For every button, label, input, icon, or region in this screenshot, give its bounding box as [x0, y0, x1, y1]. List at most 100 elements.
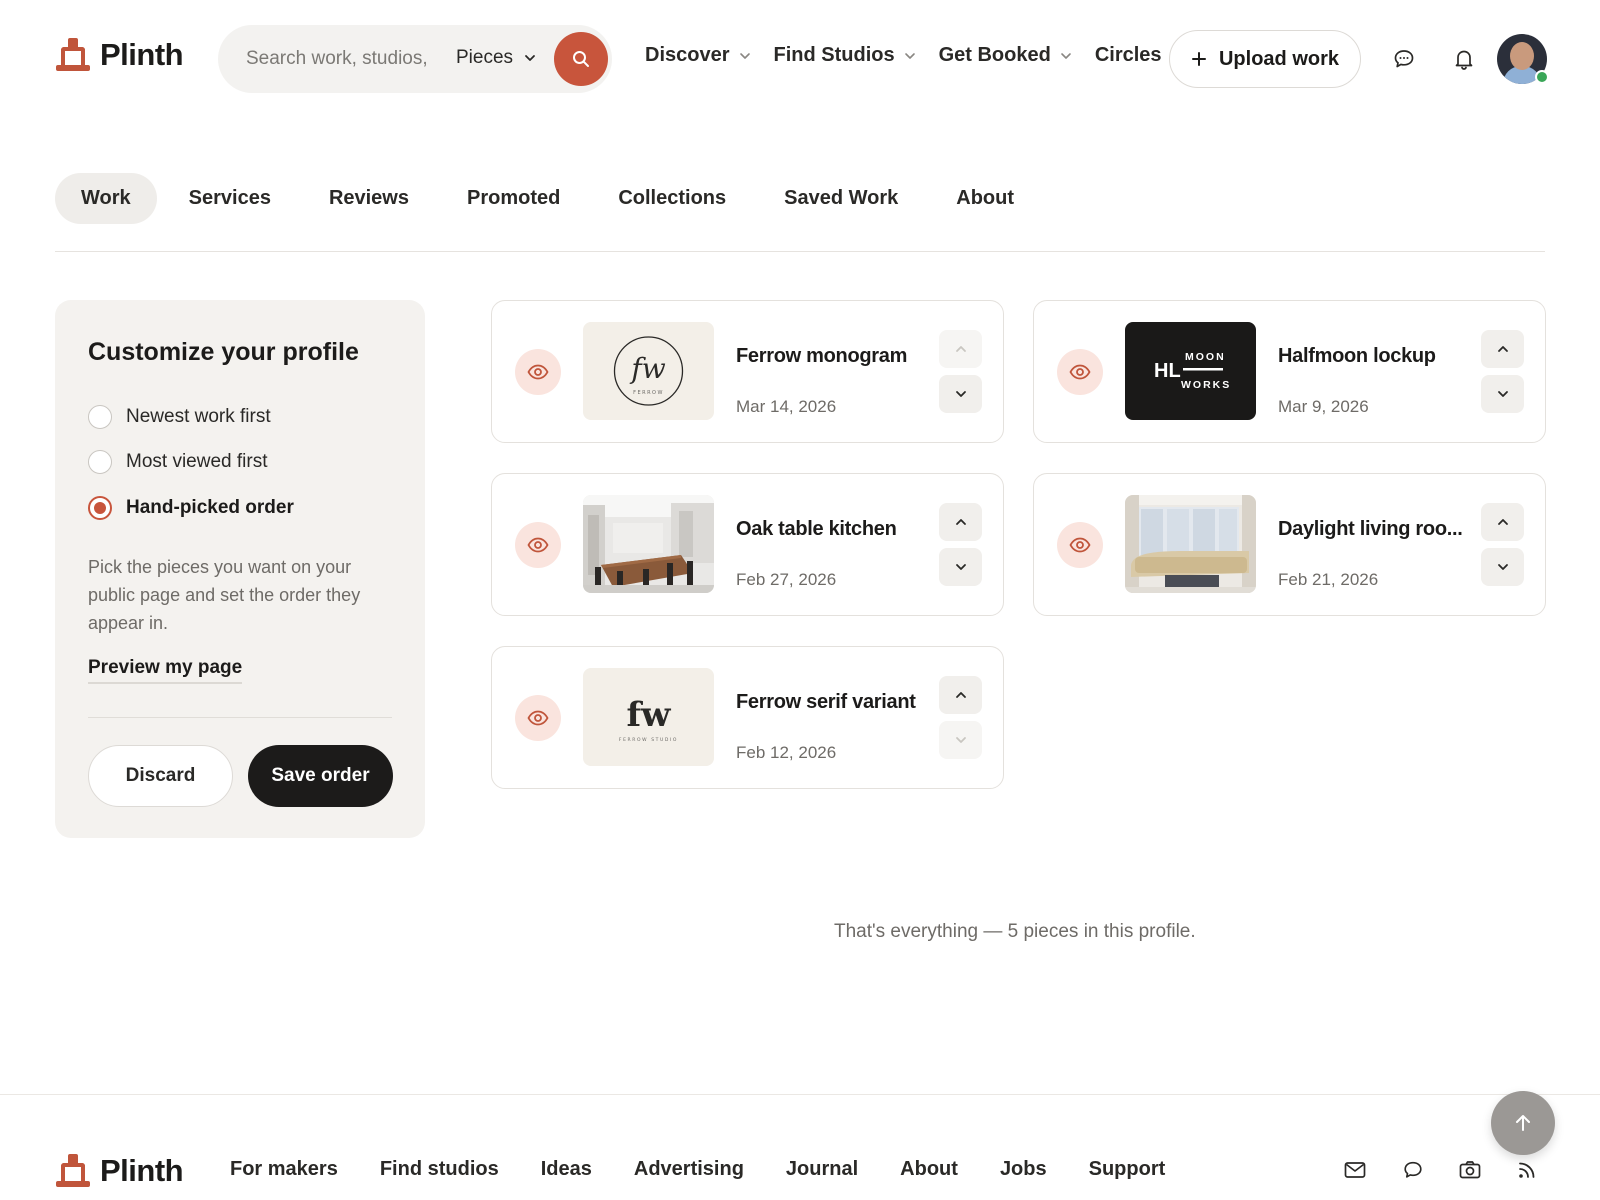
work-title[interactable]: Ferrow monogram [736, 345, 907, 368]
panel-title: Customize your profile [88, 338, 359, 366]
radio-button[interactable] [88, 450, 112, 474]
footer-mail-link[interactable] [1341, 1156, 1369, 1184]
work-title[interactable]: Halfmoon lockup [1278, 345, 1436, 368]
work-title[interactable]: Oak table kitchen [736, 518, 897, 541]
discard-button[interactable]: Discard [88, 745, 233, 807]
panel-help-text: Pick the pieces you want on your public … [88, 557, 361, 633]
move-down-button[interactable] [939, 548, 982, 586]
work-title[interactable]: Ferrow serif variant [736, 691, 916, 714]
footer-link-about[interactable]: About [900, 1158, 958, 1181]
back-to-top-button[interactable] [1491, 1091, 1555, 1155]
sort-option-hand-picked[interactable]: Hand-picked order [88, 496, 294, 520]
user-avatar[interactable] [1497, 34, 1549, 84]
tab-promoted[interactable]: Promoted [441, 173, 586, 224]
work-thumbnail[interactable]: fw FERROW STUDIO [583, 668, 714, 766]
logo-text: Plinth [100, 37, 184, 72]
chevron-up-icon [955, 692, 966, 698]
work-thumbnail[interactable] [583, 495, 714, 593]
tab-about[interactable]: About [930, 173, 1040, 224]
lockup-word-top: MOON [1185, 351, 1226, 363]
work-title[interactable]: Daylight living roo... [1278, 518, 1463, 541]
footer-link-advertising[interactable]: Advertising [634, 1158, 744, 1181]
work-date: Mar 9, 2026 [1278, 397, 1369, 416]
notifications-button[interactable] [1449, 44, 1479, 74]
work-card: Oak table kitchen Feb 27, 2026 [491, 473, 1004, 616]
move-up-button[interactable] [1481, 503, 1524, 541]
footer-link-find-studios[interactable]: Find studios [380, 1158, 499, 1181]
move-up-button[interactable] [939, 676, 982, 714]
nav-find-studios[interactable]: Find Studios [774, 44, 917, 67]
search-input[interactable] [246, 45, 438, 73]
move-down-button[interactable] [939, 721, 982, 759]
plinth-logo[interactable]: Plinth [56, 36, 184, 74]
nav-label: Find Studios [773, 44, 895, 66]
footer-link-jobs[interactable]: Jobs [1000, 1158, 1047, 1181]
camera-icon [1459, 1161, 1481, 1179]
search-scope-label: Pieces [456, 47, 514, 68]
work-card: Daylight living roo... Feb 21, 2026 [1033, 473, 1546, 616]
move-down-button[interactable] [1481, 548, 1524, 586]
tab-services[interactable]: Services [163, 173, 297, 224]
sort-option-most-viewed[interactable]: Most viewed first [88, 450, 267, 474]
move-up-button[interactable] [1481, 330, 1524, 368]
eye-icon [527, 364, 549, 380]
work-thumbnail[interactable]: HL MOON WORKS [1125, 322, 1256, 420]
move-down-button[interactable] [1481, 375, 1524, 413]
nav-label: Discover [645, 44, 730, 66]
radio-button-selected[interactable] [88, 496, 112, 520]
sort-option-newest[interactable]: Newest work first [88, 405, 271, 429]
work-card: fw FERROW Ferrow monogram Mar 14, 2026 [491, 300, 1004, 443]
eye-icon [1069, 364, 1091, 380]
footer-plinth-logo[interactable]: Plinth [56, 1152, 184, 1190]
move-up-button[interactable] [939, 330, 982, 368]
kitchen-photo [583, 495, 714, 593]
mail-icon [1344, 1162, 1366, 1178]
visibility-toggle[interactable] [515, 695, 561, 741]
footer-instagram-link[interactable] [1456, 1156, 1484, 1184]
footer-link-support[interactable]: Support [1089, 1158, 1166, 1181]
top-header: Plinth Pieces Discover Find Studios Get … [0, 0, 1600, 120]
customize-profile-panel: Customize your profile Newest work first… [55, 300, 425, 838]
tab-saved-work[interactable]: Saved Work [758, 173, 924, 224]
nav-label: Circles [1094, 44, 1162, 66]
footer-chat-link[interactable] [1399, 1156, 1427, 1184]
work-date: Mar 14, 2026 [736, 397, 837, 416]
preview-my-page-link[interactable]: Preview my page [88, 657, 243, 684]
tab-work[interactable]: Work [55, 173, 157, 224]
work-thumbnail[interactable] [1125, 495, 1256, 593]
messages-button[interactable] [1389, 44, 1419, 74]
tab-collections[interactable]: Collections [592, 173, 752, 224]
chevron-down-icon [739, 52, 750, 59]
logo-text: Plinth [100, 1153, 184, 1188]
lockup-image: HL MOON WORKS [1154, 351, 1229, 391]
chevron-down-icon [1497, 391, 1508, 397]
monogram-caption: FERROW [633, 390, 664, 396]
work-card: fw FERROW STUDIO Ferrow serif variant Fe… [491, 646, 1004, 789]
main-nav: Discover Find Studios Get Booked Circles [645, 44, 1184, 67]
plinth-logo-icon [56, 36, 90, 74]
search-scope-select[interactable]: Pieces [456, 47, 537, 69]
footer-link-journal[interactable]: Journal [786, 1158, 858, 1181]
visibility-toggle[interactable] [515, 522, 561, 568]
radio-button[interactable] [88, 405, 112, 429]
tab-reviews[interactable]: Reviews [303, 173, 435, 224]
nav-discover[interactable]: Discover [645, 44, 752, 67]
footer-link-for-makers[interactable]: For makers [230, 1158, 338, 1181]
chat-icon [1394, 50, 1414, 68]
search-button[interactable] [554, 32, 608, 86]
move-up-button[interactable] [939, 503, 982, 541]
visibility-toggle[interactable] [1057, 349, 1103, 395]
upload-work-button[interactable]: Upload work [1169, 30, 1361, 88]
work-date: Feb 27, 2026 [736, 570, 837, 589]
work-thumbnail[interactable]: fw FERROW [583, 322, 714, 420]
visibility-toggle[interactable] [1057, 522, 1103, 568]
serif-monogram-image: fw FERROW STUDIO [619, 695, 677, 743]
work-card: HL MOON WORKS Halfmoon lockup Mar 9, 202… [1033, 300, 1546, 443]
save-order-button[interactable]: Save order [248, 745, 393, 807]
footer-rss-link[interactable] [1513, 1156, 1541, 1184]
nav-get-booked[interactable]: Get Booked [939, 44, 1073, 67]
footer-link-ideas[interactable]: Ideas [541, 1158, 592, 1181]
chat-icon [1404, 1161, 1422, 1178]
visibility-toggle[interactable] [515, 349, 561, 395]
move-down-button[interactable] [939, 375, 982, 413]
